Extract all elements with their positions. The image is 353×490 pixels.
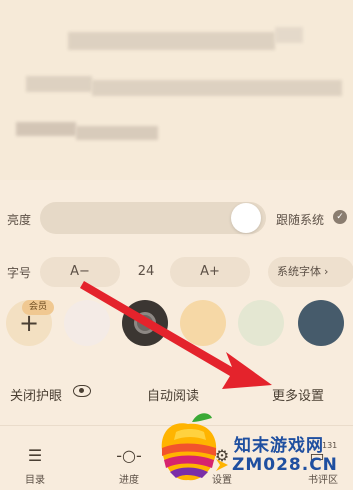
nav-directory-label[interactable]: 目录	[20, 471, 50, 486]
close-eye-protection-button[interactable]: 关闭护眼	[10, 385, 62, 404]
selected-ring-icon	[134, 312, 156, 334]
blurred-text-line	[92, 80, 342, 96]
theme-swatch-white[interactable]	[64, 300, 110, 346]
progress-icon[interactable]: -○-	[114, 446, 144, 465]
watermark-url: ZM028.CN	[232, 455, 338, 475]
theme-swatch-dark[interactable]	[122, 300, 168, 346]
font-size-value: 24	[137, 264, 155, 279]
nav-progress-label[interactable]: 进度	[114, 471, 144, 486]
more-settings-button[interactable]: 更多设置	[272, 385, 324, 404]
brightness-slider-knob[interactable]	[231, 203, 261, 233]
blurred-text-line	[26, 76, 92, 92]
theme-swatch-yellow[interactable]	[180, 300, 226, 346]
chevron-right-icon: ›	[324, 265, 329, 278]
watermark-arrow-icon	[216, 459, 228, 471]
blurred-text-line	[76, 126, 158, 140]
decrease-font-button[interactable]: A−	[40, 257, 120, 287]
reading-content-area[interactable]	[0, 0, 353, 180]
watermark-logo	[161, 413, 217, 481]
blurred-text-line	[68, 32, 275, 50]
list-icon[interactable]: ☰	[20, 446, 50, 465]
theme-swatch-green[interactable]	[238, 300, 284, 346]
blurred-text-line	[275, 27, 303, 43]
system-font-label: 系统字体	[277, 265, 321, 278]
auto-read-button[interactable]: 自动阅读	[147, 385, 199, 404]
vip-badge: 会员	[22, 300, 54, 315]
blurred-text-line	[16, 122, 76, 136]
follow-system-label[interactable]: 跟随系统	[276, 211, 324, 228]
eye-icon[interactable]	[73, 385, 91, 397]
check-icon[interactable]: ✓	[333, 210, 347, 224]
system-font-button[interactable]: 系统字体 ›	[268, 257, 353, 287]
increase-font-button[interactable]: A+	[170, 257, 250, 287]
font-size-label: 字号	[7, 266, 32, 280]
theme-swatch-navy[interactable]	[298, 300, 344, 346]
review-count-badge: 131	[322, 441, 338, 450]
watermark-title: 知末游戏网	[234, 436, 324, 456]
brightness-label: 亮度	[7, 213, 32, 227]
